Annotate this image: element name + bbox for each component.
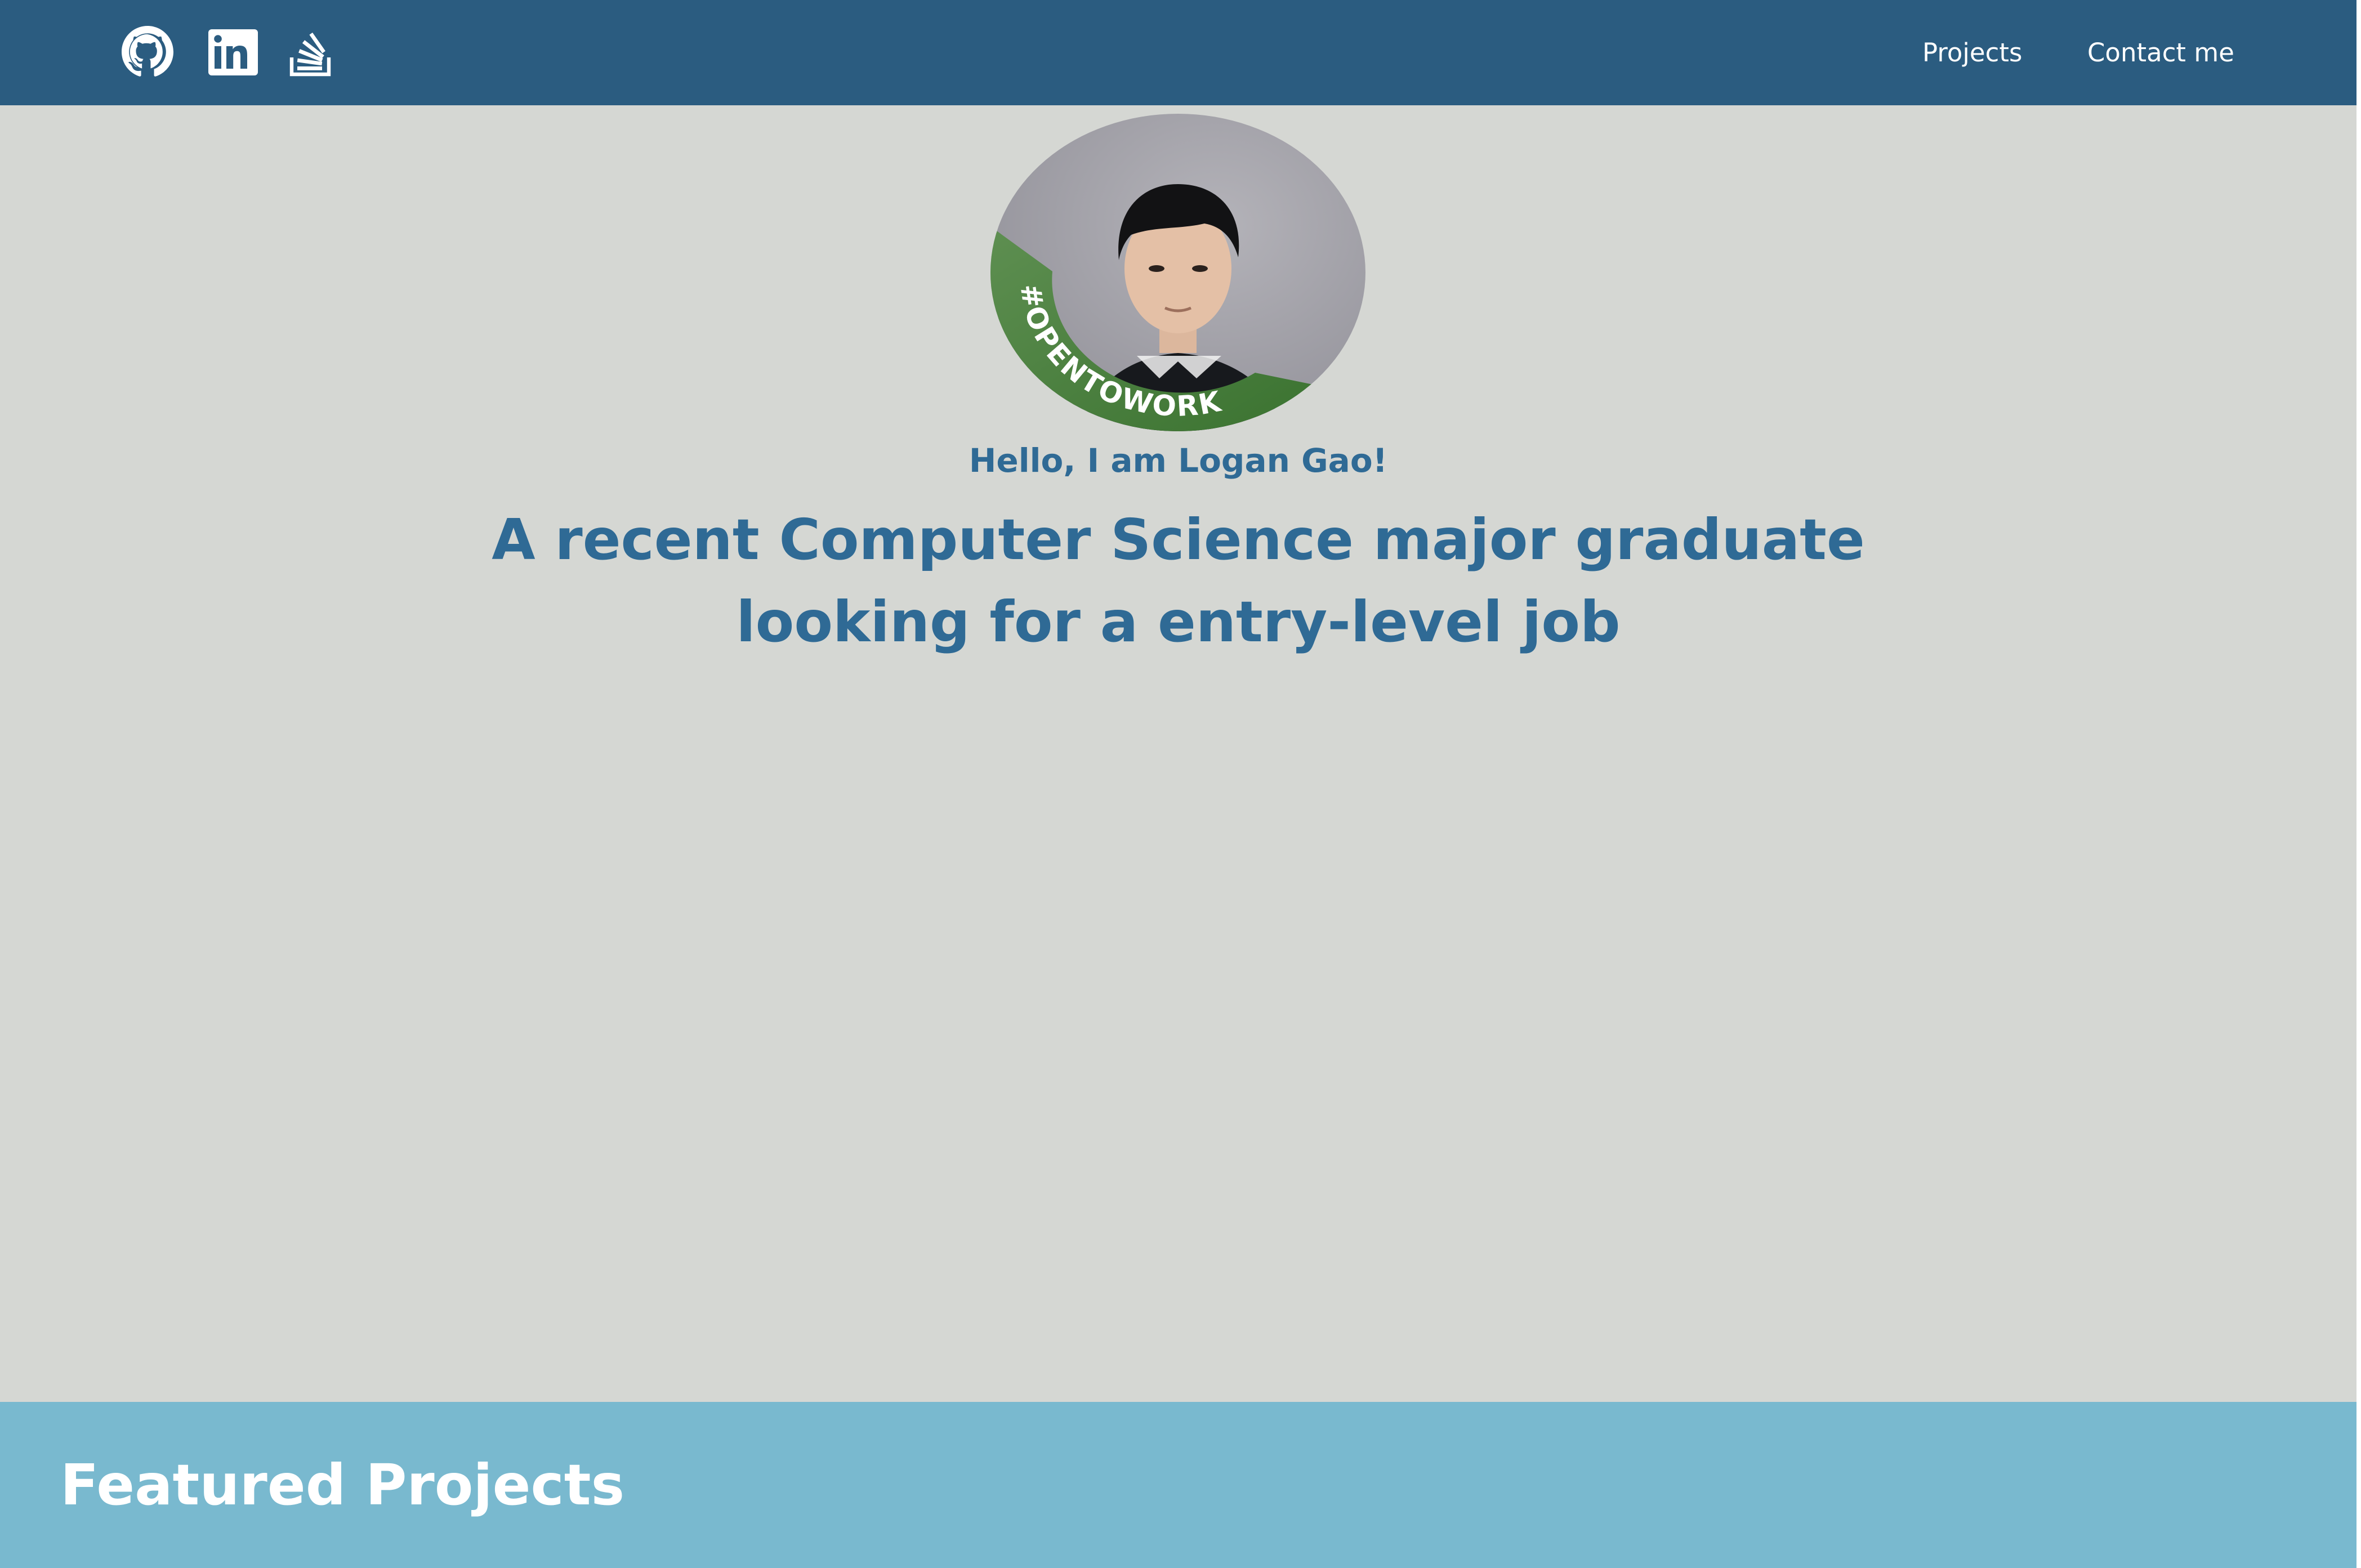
featured-projects-section: Featured Projects (0, 1402, 2356, 1568)
scrollbar-gutter (2356, 0, 2361, 1568)
linkedin-icon[interactable] (206, 28, 260, 77)
headline: A recent Computer Science major graduate… (0, 499, 2356, 663)
stackoverflow-icon[interactable] (287, 27, 336, 78)
nav-projects[interactable]: Projects (1922, 0, 2022, 105)
headline-line-1: A recent Computer Science major graduate (492, 507, 1865, 573)
greeting-text: Hello, I am Logan Gao! (968, 441, 1388, 480)
avatar: #OPENTOWORK (990, 114, 1365, 431)
social-links (0, 25, 394, 79)
featured-projects-title: Featured Projects (60, 1452, 625, 1518)
github-icon[interactable] (118, 25, 177, 79)
top-navbar: Projects Contact me (0, 0, 2356, 105)
nav-contact[interactable]: Contact me (2087, 0, 2234, 105)
hero-section: #OPENTOWORK Hello, I am Logan Gao! A rec… (0, 105, 2356, 1402)
headline-line-2: looking for a entry-level job (736, 589, 1621, 655)
